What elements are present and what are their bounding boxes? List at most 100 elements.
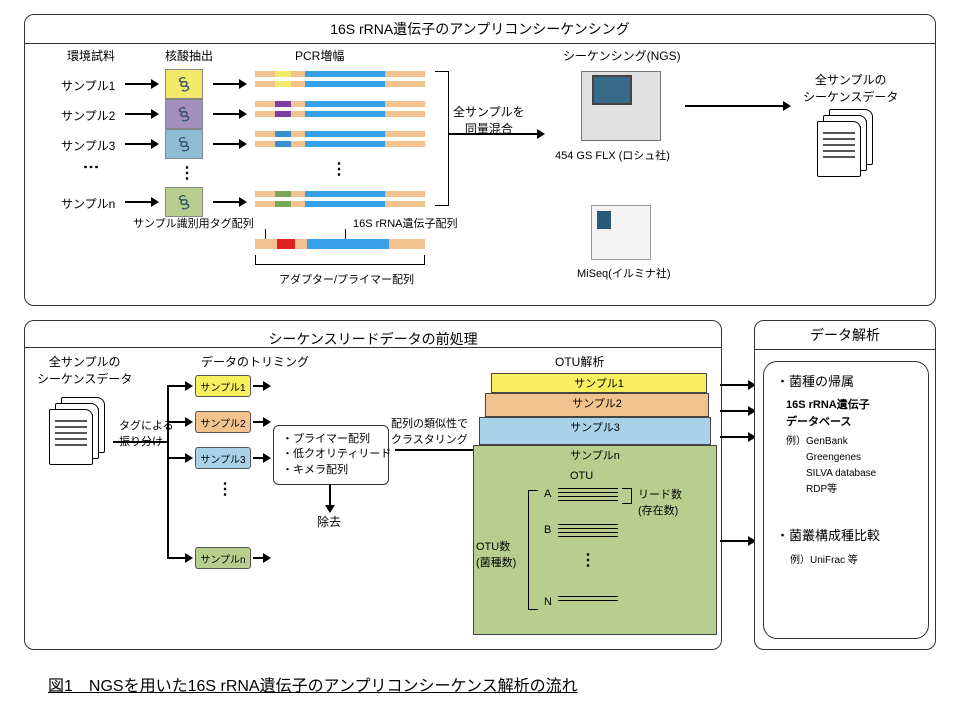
- ana-db: 16S rRNA遺伝子 データベース: [786, 397, 916, 432]
- adapter-bracket: [255, 255, 425, 265]
- docs-output: [817, 109, 877, 179]
- reads-label: リード数 (存在数): [638, 486, 682, 518]
- stack-1: サンプル1: [491, 373, 707, 393]
- otu-lines-b: [558, 524, 618, 538]
- ana-ex2: 例）UniFrac 等: [790, 553, 916, 569]
- sbox-1: サンプル1: [195, 375, 251, 397]
- vellipsis-3: ⋮: [331, 159, 349, 179]
- stack-3: サンプル3: [479, 417, 711, 445]
- stack-n: サンプルn OTU A B ⋮ N リード数 (存在数) OTU数 (菌種数): [473, 445, 717, 635]
- adapter-label: アダプター/プライマー配列: [279, 271, 414, 287]
- vellipsis-2: ⋮: [179, 163, 197, 183]
- arrow-ext-pcr-2: [213, 113, 241, 115]
- arrow-to-analysis-1: [720, 384, 750, 386]
- dna-icon: §: [176, 132, 193, 155]
- arrow-env-ext-1: [125, 83, 153, 85]
- col-ext: 核酸抽出: [165, 47, 213, 64]
- samplen: サンプルn: [61, 195, 115, 212]
- reads-bracket: [622, 488, 632, 504]
- dna-chip-2: §: [165, 99, 203, 129]
- panel3-title: データ解析: [755, 321, 935, 350]
- docs-input: [49, 397, 109, 467]
- dna-icon: §: [176, 190, 193, 213]
- sort-label: タグによる 振り分け: [119, 417, 174, 449]
- otu-n: N: [544, 596, 552, 608]
- arrow-env-ext-3: [125, 143, 153, 145]
- panel2-title: シーケンスリードデータの前処理: [189, 325, 557, 353]
- ampl-label: 16S rRNA遺伝子配列: [353, 215, 458, 231]
- sample3: サンプル3: [61, 137, 115, 154]
- dna-chip-3: §: [165, 129, 203, 159]
- otu-lines-a: [558, 488, 618, 502]
- trim-title: データのトリミング: [201, 353, 309, 370]
- sample1: サンプル1: [61, 77, 115, 94]
- col-pcr: PCR増幅: [295, 47, 344, 64]
- otu-lines-n: [558, 596, 618, 602]
- otu-b: B: [544, 524, 551, 536]
- sequencer-miseq: [591, 205, 651, 260]
- vellipsis-1: ⋮: [81, 159, 100, 177]
- ana-item1: ・菌種の帰属: [776, 372, 916, 393]
- panel-sequencing: 16S rRNA遺伝子のアンプリコンシーケンシング 環境試料 核酸抽出 PCR増…: [24, 14, 936, 306]
- dna-chip-n: §: [165, 187, 203, 217]
- col-ngs: シーケンシング(NGS): [563, 47, 681, 64]
- br-1: [169, 385, 187, 387]
- ana-db-ex: 例）GenBank Greengenes SILVA database RDP等: [786, 434, 916, 498]
- arrow-seq-out: [685, 105, 785, 107]
- trim-items: ・プライマー配列 ・低クオリティリード ・キメラ配列: [282, 432, 380, 478]
- arrow-ext-pcr-3: [213, 143, 241, 145]
- arrow-to-analysis-2: [720, 410, 750, 412]
- seq454-label: 454 GS FLX (ロシュ社): [555, 147, 670, 163]
- arrow-ext-pcr-1: [213, 83, 241, 85]
- otu-ell: ⋮: [580, 550, 598, 570]
- arrow-env-ext-n: [125, 201, 153, 203]
- trim-box: ・プライマー配列 ・低クオリティリード ・キメラ配列: [273, 425, 389, 485]
- arrow-cluster: [395, 449, 475, 451]
- miseq-label: MiSeq(イルミナ社): [577, 265, 671, 281]
- in-label: 全サンプルの シーケンスデータ: [37, 353, 132, 387]
- br-3: [169, 457, 187, 459]
- ana-item2: ・菌叢構成種比較: [776, 526, 916, 547]
- sb-na: [253, 557, 265, 559]
- otu-title: OTU解析: [555, 353, 604, 370]
- cluster-label: 配列の類似性で クラスタリング: [391, 415, 468, 447]
- otu-a: A: [544, 488, 551, 500]
- otu-bracket-rows: [528, 490, 538, 610]
- otu-n-label: OTU数 (菌種数): [476, 538, 516, 570]
- panel-analysis: データ解析 ・菌種の帰属 16S rRNA遺伝子 データベース 例）GenBan…: [754, 320, 936, 650]
- sbox-n: サンプルn: [195, 547, 251, 569]
- stack-2: サンプル2: [485, 393, 709, 417]
- br-n: [169, 557, 187, 559]
- tag-label: サンプル識別用タグ配列: [133, 215, 254, 231]
- sequencer-454: [581, 71, 661, 141]
- branch-vert: [167, 385, 169, 559]
- mix-label: 全サンプルを 同量混合: [453, 103, 525, 137]
- otu-lbl: OTU: [570, 470, 593, 482]
- branch-stem: [113, 441, 167, 443]
- panel-preprocess: シーケンスリードデータの前処理 全サンプルの シーケンスデータ タグによる 振り…: [24, 320, 722, 650]
- analysis-box: ・菌種の帰属 16S rRNA遺伝子 データベース 例）GenBank Gree…: [763, 361, 929, 639]
- sb-3a: [253, 457, 265, 459]
- arrow-remove: [329, 485, 331, 507]
- remove-label: 除去: [317, 513, 341, 530]
- dna-icon: §: [176, 72, 193, 95]
- sb-1a: [253, 385, 265, 387]
- panel1-title: 16S rRNA遺伝子のアンプリコンシーケンシング: [25, 15, 935, 44]
- dna-chip-1: §: [165, 69, 203, 99]
- arrow-to-analysis-3: [720, 436, 750, 438]
- arrow-to-analysis-4: [720, 540, 750, 542]
- sb-2a: [253, 421, 265, 423]
- arrow-env-ext-2: [125, 113, 153, 115]
- arrow-ext-pcr-n: [213, 201, 241, 203]
- figure-caption: 図1 NGSを用いた16S rRNA遺伝子のアンプリコンシーケンス解析の流れ: [48, 672, 578, 696]
- title-underline: [25, 347, 721, 348]
- sample2: サンプル2: [61, 107, 115, 124]
- vellipsis-4: ⋮: [217, 479, 235, 499]
- col-env: 環境試料: [67, 47, 115, 64]
- sbox-2: サンプル2: [195, 411, 251, 433]
- dna-icon: §: [176, 102, 193, 125]
- tag-pointer: [265, 229, 266, 239]
- ampl-pointer: [345, 229, 346, 239]
- bracket-mix: [435, 71, 449, 206]
- out-label: 全サンプルの シーケンスデータ: [803, 71, 898, 105]
